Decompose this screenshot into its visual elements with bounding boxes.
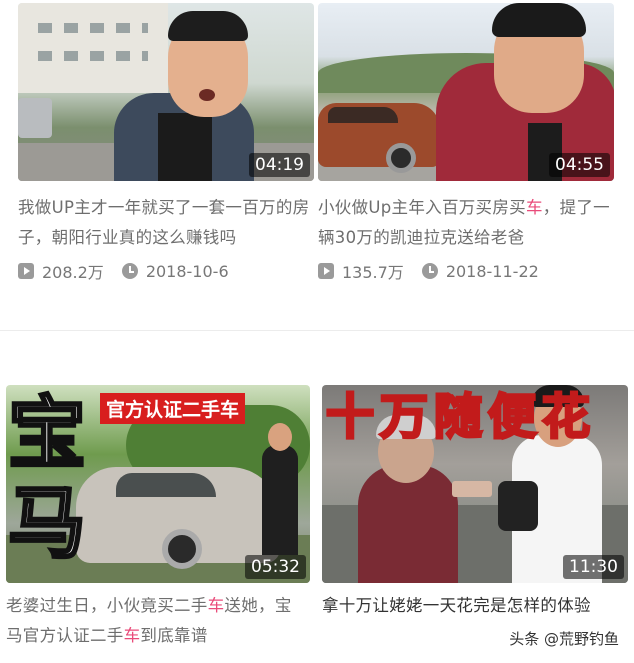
- window-row: [38, 51, 148, 61]
- video-meta: 135.7万 2018-11-22: [318, 259, 614, 283]
- watermark: 头条 @荒野钓鱼: [506, 628, 622, 649]
- man-hair: [168, 11, 248, 41]
- video-card-4[interactable]: 十万随便花 11:30 拿十万让姥姥一天花完是怎样的体验: [322, 385, 628, 621]
- section-divider: [0, 330, 634, 331]
- video-card-1[interactable]: 04:19 我做UP主才一年就买了一套一百万的房子，朝阳行业真的这么赚钱吗 20…: [18, 3, 314, 283]
- man-bag: [498, 481, 538, 531]
- duration-badge: 05:32: [245, 555, 306, 579]
- video-meta: 208.2万 2018-10-6: [18, 259, 314, 283]
- video-title[interactable]: 拿十万让姥姥一天花完是怎样的体验: [322, 591, 628, 621]
- man-mouth: [199, 89, 215, 101]
- thumb-big-text: 宝马: [7, 388, 88, 571]
- car-wheel: [162, 529, 202, 569]
- person-standing: [262, 445, 298, 555]
- duration-badge: 04:55: [549, 153, 610, 177]
- video-thumbnail[interactable]: 04:55: [318, 3, 614, 181]
- video-title[interactable]: 我做UP主才一年就买了一套一百万的房子，朝阳行业真的这么赚钱吗: [18, 193, 314, 253]
- car-window: [328, 107, 398, 123]
- building-shape: [18, 3, 168, 93]
- window-row: [38, 23, 148, 33]
- thumb-big-text: 十万随便花: [324, 388, 597, 447]
- parked-car: [18, 98, 52, 138]
- video-thumbnail[interactable]: 十万随便花 11:30: [322, 385, 628, 583]
- car-window: [116, 473, 216, 497]
- clock-icon: [121, 263, 138, 279]
- play-count-icon: [318, 263, 334, 279]
- view-count: 208.2万: [42, 263, 104, 282]
- video-title[interactable]: 小伙做Up主年入百万买房买车，提了一辆30万的凯迪拉克送给老爸: [318, 193, 614, 253]
- publish-date: 2018-10-6: [145, 261, 229, 281]
- view-count: 135.7万: [342, 263, 404, 282]
- video-title[interactable]: 老婆过生日，小伙竟买二手车送她，宝马官方认证二手车到底靠谱: [6, 591, 302, 651]
- duration-badge: 04:19: [249, 153, 310, 177]
- man-hair: [492, 3, 586, 37]
- video-card-3[interactable]: 官方认证二手车 宝马 05:32 老婆过生日，小伙竟买二手车送她，宝马官方认证二…: [6, 385, 310, 651]
- thumb-banner: 官方认证二手车: [100, 393, 246, 424]
- video-card-2[interactable]: 04:55 小伙做Up主年入百万买房买车，提了一辆30万的凯迪拉克送给老爸 13…: [318, 3, 614, 283]
- duration-badge: 11:30: [563, 555, 624, 579]
- video-thumbnail[interactable]: 官方认证二手车 宝马 05:32: [6, 385, 310, 583]
- man-shirt: [158, 113, 212, 181]
- clock-icon: [421, 263, 438, 279]
- video-thumbnail[interactable]: 04:19: [18, 3, 314, 181]
- person-head: [268, 423, 292, 451]
- car-wheel: [386, 143, 416, 173]
- publish-date: 2018-11-22: [445, 261, 539, 281]
- play-count-icon: [18, 263, 34, 279]
- money-stack: [452, 481, 492, 497]
